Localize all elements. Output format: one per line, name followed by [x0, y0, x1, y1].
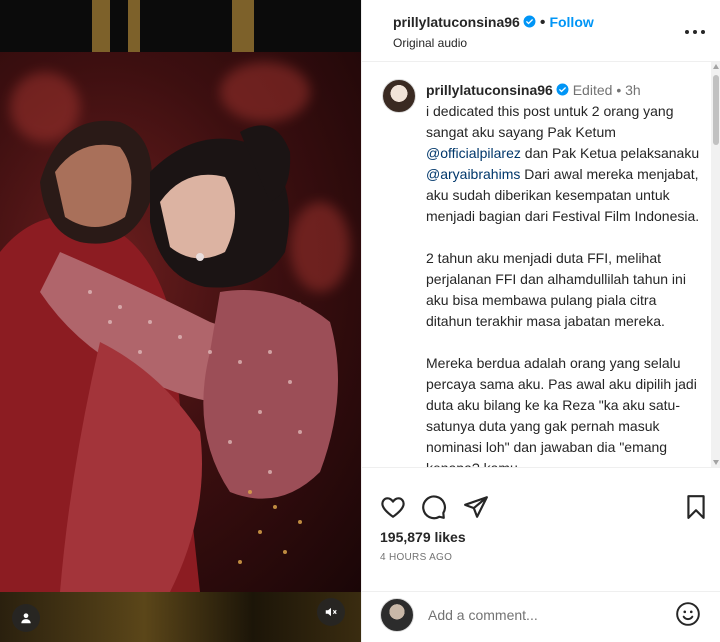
user-tag-icon[interactable] [12, 604, 40, 632]
scroll-down-arrow[interactable] [713, 460, 719, 465]
caption-paragraph-3: Mereka berdua adalah orang yang selalu p… [426, 355, 697, 467]
more-options-icon[interactable] [683, 22, 707, 42]
hugging-people-illustration [0, 120, 338, 592]
verified-badge-icon [556, 83, 569, 96]
post-header: prillylatuconsina96 • Follow Original audi… [362, 0, 720, 62]
likes-count[interactable]: 195,879 likes [380, 529, 466, 545]
muted-speaker-icon[interactable] [317, 598, 345, 626]
emoji-icon[interactable] [675, 601, 701, 627]
comment-icon[interactable] [421, 494, 447, 520]
post-media[interactable] [0, 0, 361, 642]
caption-paragraph-2: 2 tahun aku menjadi duta FFI, melihat pe… [426, 250, 686, 329]
media-top-band [0, 0, 361, 52]
header-user-line: prillylatuconsina96 • Follow [393, 14, 594, 32]
avatar [380, 598, 414, 632]
header-username[interactable]: prillylatuconsina96 [393, 14, 520, 30]
avatar[interactable] [382, 79, 416, 113]
post-details-panel: prillylatuconsina96 • Follow Original audi… [361, 0, 720, 642]
trophy-decor [232, 0, 254, 52]
caption-paragraph-1b: dan Pak Ketua pelaksanaku [520, 145, 700, 161]
scrollbar[interactable] [711, 62, 720, 467]
add-comment-bar [362, 591, 720, 642]
separator-dot: • [539, 14, 546, 31]
trophy-decor [128, 0, 140, 52]
caption-username[interactable]: prillylatuconsina96 [426, 82, 553, 98]
media-bottom-band [0, 592, 361, 642]
caption-text: prillylatuconsina96 Edited • 3h i dedica… [426, 80, 706, 467]
audio-label[interactable]: Original audio [393, 36, 467, 50]
edited-label: Edited [572, 82, 613, 98]
bookmark-icon[interactable] [683, 494, 709, 520]
post-actions: 195,879 likes 4 HOURS AGO [362, 467, 720, 591]
post-timestamp[interactable]: 4 HOURS AGO [380, 552, 452, 563]
share-icon[interactable] [463, 494, 489, 520]
caption-paragraph-1a: i dedicated this post untuk 2 orang yang… [426, 103, 674, 140]
heart-icon[interactable] [380, 494, 406, 520]
verified-badge-icon [523, 15, 536, 28]
video-frame [0, 52, 361, 592]
mention-link[interactable]: @officialpilarez [426, 145, 521, 161]
comment-input[interactable] [428, 604, 658, 626]
scrollbar-thumb[interactable] [713, 75, 719, 145]
mention-link[interactable]: @aryaibrahims [426, 166, 520, 182]
caption-section: prillylatuconsina96 Edited • 3h i dedica… [362, 62, 720, 467]
follow-button[interactable]: Follow [549, 14, 593, 30]
separator-dot: • [616, 82, 622, 98]
scroll-up-arrow[interactable] [713, 64, 719, 69]
trophy-decor [92, 0, 110, 52]
caption-time: 3h [625, 82, 641, 98]
